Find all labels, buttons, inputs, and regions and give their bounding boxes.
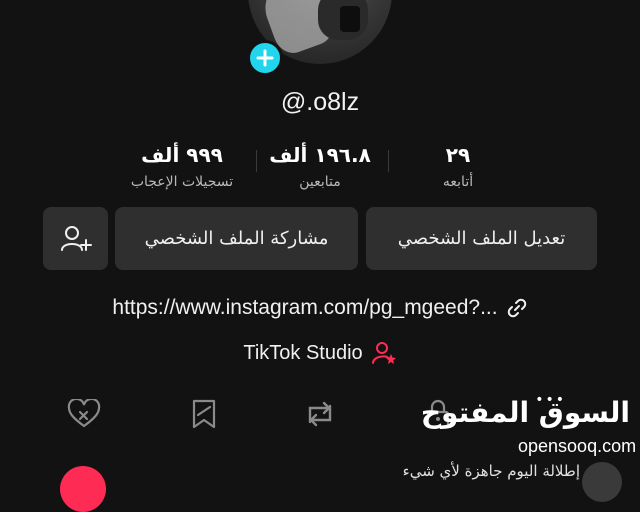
add-story-button[interactable] [247,40,283,76]
watermark-domain: opensooq.com [518,436,637,456]
repost-icon [308,401,332,427]
liked-videos-icon [67,399,101,428]
followers-count: ١٩٦.٨ ألف [269,143,371,167]
tab-liked[interactable] [64,396,104,432]
tab-reposts[interactable] [300,396,340,432]
add-friend-icon [60,225,92,251]
followers-label: متابعين [299,174,341,190]
likes-stat[interactable]: ٩٩٩ ألف تسجيلات الإعجاب [102,140,262,194]
following-count: ٢٩ [445,143,471,167]
edit-profile-button[interactable]: تعديل الملف الشخصي [366,207,597,270]
username[interactable]: @.o8lz [0,88,640,117]
post-caption[interactable]: إطلالة اليوم جاهزة لأي شيء [403,462,580,480]
watermark-brand: السوق المفتوح [420,396,630,429]
likes-count: ٩٩٩ ألف [141,143,223,167]
tiktok-studio-link[interactable]: TikTok Studio [0,340,640,366]
add-friend-button[interactable] [43,207,108,270]
studio-label: TikTok Studio [243,341,363,364]
bio-link-row[interactable]: https://www.instagram.com/pg_mgeed?... [0,296,640,320]
video-thumbnail[interactable] [60,466,106,512]
tab-favorites[interactable] [184,396,224,432]
opensooq-watermark: ••• السوق المفتوح opensooq.com [421,392,636,462]
studio-user-star-icon [371,342,396,364]
likes-label: تسجيلات الإعجاب [130,174,234,190]
favorites-icon [192,399,216,429]
following-stat[interactable]: ٢٩ أتابعه [378,140,538,194]
followers-stat[interactable]: ١٩٦.٨ ألف متابعين [240,140,400,194]
link-icon [507,298,526,318]
action-button[interactable] [582,462,622,502]
plus-icon [256,49,274,67]
share-profile-button[interactable]: مشاركة الملف الشخصي [115,207,358,270]
following-label: أتابعه [442,174,474,190]
bio-link[interactable]: https://www.instagram.com/pg_mgeed?... [112,296,497,320]
